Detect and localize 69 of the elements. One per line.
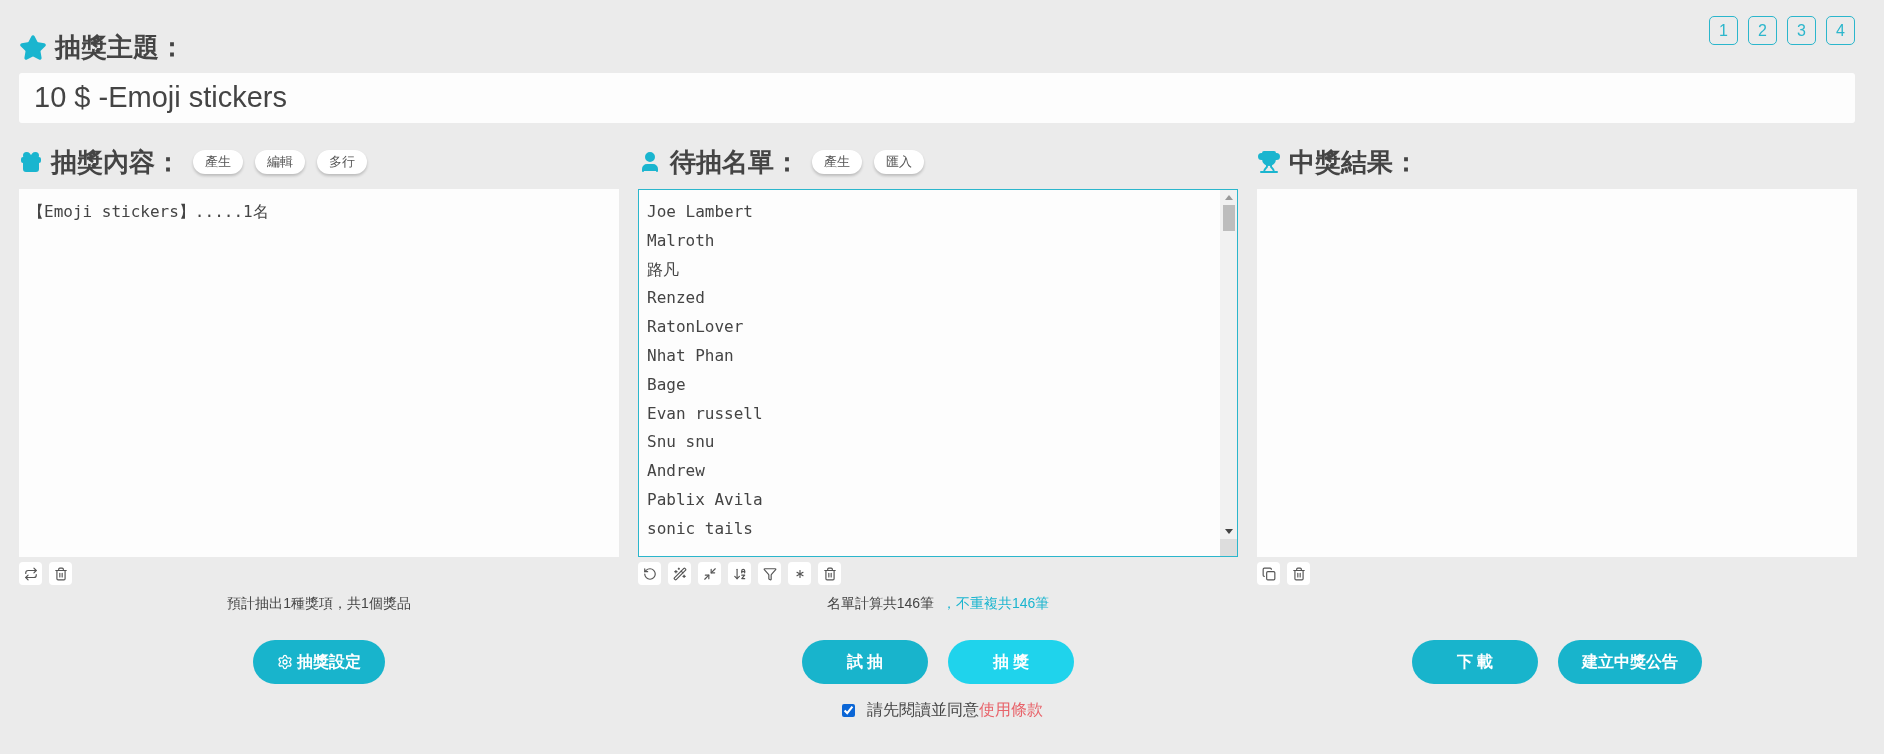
page-button[interactable]: 4: [1826, 16, 1855, 45]
summary-text: 名單計算共146筆: [826, 593, 934, 613]
terms-checkbox[interactable]: [841, 703, 855, 717]
action-button[interactable]: 試 抽: [802, 640, 928, 684]
text-area[interactable]: Joe Lambert Malroth 路凡 Renzed RatonLover Nhat Phan Bage Evan russell Snu snu Andrew Pablix Avila sonic tails: [638, 189, 1238, 557]
list-line: Pablix Avila: [647, 488, 763, 511]
gear-icon: [277, 654, 293, 670]
list-line: Bage: [647, 373, 686, 396]
copy-icon: [1261, 566, 1276, 581]
tool-button[interactable]: [1257, 562, 1280, 585]
tool-button[interactable]: [758, 562, 781, 585]
tool-button[interactable]: [19, 562, 42, 585]
chip-button[interactable]: 編輯: [255, 150, 305, 174]
list-line: Nhat Phan: [647, 345, 734, 367]
topic-label: 抽獎主題：: [55, 31, 185, 64]
tool-button[interactable]: [698, 562, 721, 585]
list-line: sonic tails: [647, 517, 753, 540]
trash-icon: [1291, 566, 1306, 581]
list-line: 路凡: [647, 258, 679, 281]
chip-button[interactable]: 產生: [812, 150, 862, 174]
section-title: 待抽名單：: [670, 145, 800, 179]
sort-icon: [732, 566, 747, 581]
tool-button[interactable]: [728, 562, 751, 585]
undo-icon: [642, 566, 657, 581]
list-line: Snu snu: [647, 431, 715, 454]
tool-button[interactable]: [668, 562, 691, 585]
action-button[interactable]: 抽獎設定: [253, 640, 385, 684]
section-title: 中獎結果：: [1289, 145, 1419, 179]
chip-button[interactable]: 匯入: [874, 150, 924, 174]
trophy-icon: [1257, 150, 1281, 174]
list-line: Evan russell: [647, 402, 763, 425]
action-button[interactable]: 建立中獎公告: [1558, 640, 1702, 684]
filter-icon: [762, 566, 777, 581]
page-button[interactable]: 3: [1787, 16, 1816, 45]
action-button[interactable]: 下 載: [1412, 640, 1538, 684]
tool-button[interactable]: [1287, 562, 1310, 585]
tool-button[interactable]: [638, 562, 661, 585]
wand-icon: [672, 566, 687, 581]
tool-button[interactable]: [818, 562, 841, 585]
summary-text: 預計抽出1種獎項，共1個獎品: [227, 593, 411, 613]
scroll-thumb[interactable]: [1222, 205, 1235, 231]
unique-count-text: ，不重複共146筆: [942, 593, 1050, 613]
page-button[interactable]: 1: [1709, 16, 1738, 45]
list-line: Malroth: [647, 229, 715, 252]
text-area[interactable]: 【Emoji stickers】.....1名: [19, 189, 619, 557]
gift-icon: [19, 150, 43, 174]
list-line: 【Emoji stickers】.....1名: [28, 201, 269, 223]
list-line: Renzed: [647, 287, 705, 310]
shrink-icon: [702, 566, 717, 581]
terms-text: 請先閱讀並同意使用條款: [866, 700, 1043, 720]
repeat-icon: [23, 566, 38, 581]
chip-button[interactable]: 多行: [317, 150, 367, 174]
list-line: RatonLover: [647, 316, 744, 339]
scrollbar[interactable]: [1220, 190, 1237, 556]
trash-icon: [822, 566, 837, 581]
trash-icon: [53, 566, 68, 581]
list-line: Andrew: [647, 460, 705, 483]
tool-button[interactable]: [49, 562, 72, 585]
action-button[interactable]: 抽 獎: [948, 640, 1074, 684]
terms-link[interactable]: 使用條款: [978, 701, 1043, 718]
chip-button[interactable]: 產生: [193, 150, 243, 174]
resize-handle[interactable]: [1220, 539, 1237, 556]
topic-field[interactable]: 10 $ -Emoji stickers: [19, 73, 1855, 123]
star-icon: [19, 33, 47, 62]
scroll-down-icon[interactable]: [1224, 529, 1233, 534]
page-button[interactable]: 2: [1748, 16, 1777, 45]
list-line: Joe Lambert: [647, 201, 753, 223]
section-title: 抽獎內容：: [51, 145, 181, 179]
tool-button[interactable]: [788, 562, 811, 585]
